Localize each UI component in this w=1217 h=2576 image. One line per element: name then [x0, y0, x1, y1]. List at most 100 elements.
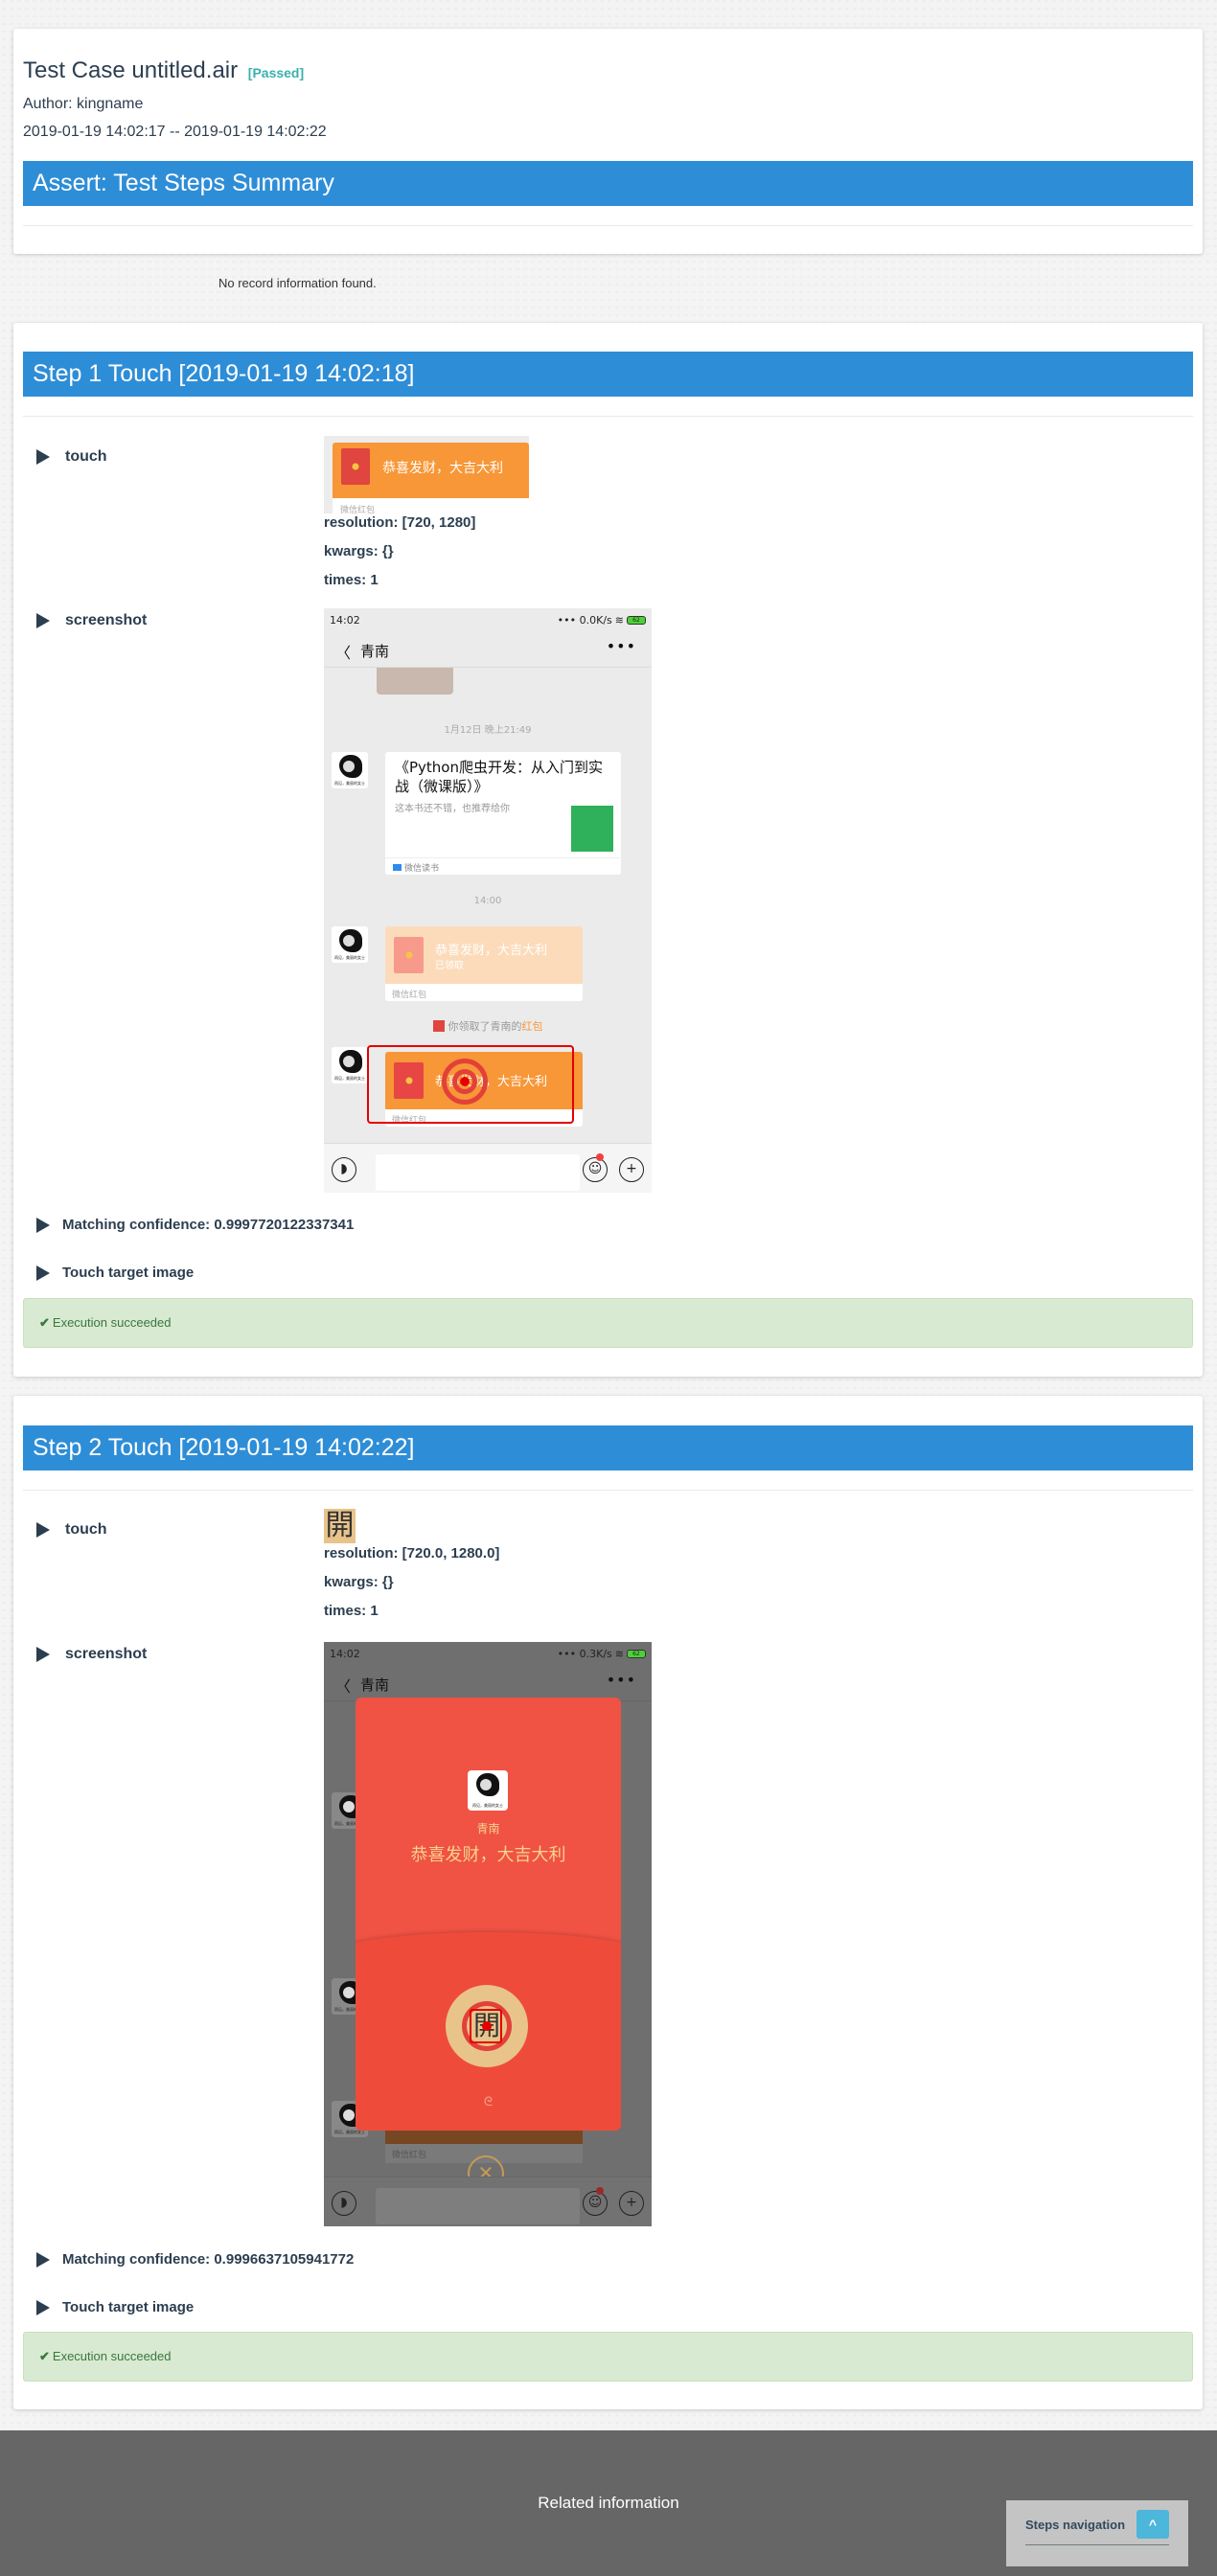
open-button[interactable]: 開 — [446, 1985, 528, 2067]
network-speed: ••• 0.3K/s — [557, 1648, 612, 1660]
plus-icon: + — [619, 1157, 644, 1182]
step-2-screenshot: 14:02 ••• 0.3K/s ≋ 62 〈 青南 ••• 再见，美丽的女士 … — [324, 1642, 652, 2226]
checkmark-icon: ✔ — [39, 1315, 50, 1330]
back-icon: 〈 — [335, 644, 352, 662]
book-cover-thumbnail — [571, 806, 613, 852]
expand-triangle-icon — [36, 613, 50, 628]
step-1-screenshot: 14:02 ••• 0.0K/s ≋ 62 〈 青南 ••• 1月12日 晚上2… — [324, 608, 652, 1193]
avatar: 再见，美丽的女士 — [332, 926, 368, 963]
red-packet-bubble: 恭喜发财，大吉大利 — [333, 443, 529, 498]
network-speed: ••• 0.0K/s — [557, 614, 612, 627]
touch-toggle[interactable]: touch — [36, 1521, 107, 1539]
result-text: Execution succeeded — [52, 1315, 172, 1330]
times: times: 1 — [324, 572, 379, 588]
expand-triangle-icon — [36, 1217, 50, 1233]
touch-target-label: Touch target image — [62, 1265, 195, 1281]
chat-nav-bar: 〈 青南 ••• — [324, 1667, 652, 1701]
clock: 14:02 — [330, 614, 360, 627]
success-alert: ✔ Execution succeeded — [23, 2332, 1193, 2382]
clock: 14:02 — [330, 1648, 360, 1660]
claim-notice: 你领取了青南的红包 — [324, 1018, 652, 1034]
avatar: 再见，美丽的女士 — [332, 752, 368, 788]
screenshot-label: screenshot — [65, 1646, 148, 1662]
step-header: Step 2 Touch [2019-01-19 14:02:22] — [23, 1425, 1193, 1470]
screenshot-toggle[interactable]: screenshot — [36, 1646, 147, 1663]
chat-timestamp: 14:00 — [473, 896, 502, 906]
more-icon: ••• — [606, 637, 636, 655]
contact-name: 青南 — [360, 1676, 390, 1694]
checkmark-icon: ✔ — [39, 2349, 50, 2363]
no-record-message: No record information found. — [218, 276, 377, 290]
time-range: 2019-01-19 14:02:17 -- 2019-01-19 14:02:… — [23, 124, 327, 140]
assert-header: Assert: Test Steps Summary — [23, 161, 1193, 206]
card-title: 《Python爬虫开发：从入门到实战（微课版）》 — [395, 759, 603, 795]
emoji-icon: ☺ — [583, 2191, 608, 2216]
card-source: 微信读书 — [385, 857, 621, 875]
result-text: Execution succeeded — [52, 2349, 172, 2363]
touch-label: touch — [65, 1521, 107, 1538]
test-case-title: Test Case untitled.air [Passed] — [23, 57, 304, 84]
test-case-name: Test Case untitled.air — [23, 57, 239, 83]
steps-navigation-label: Steps navigation — [1025, 2518, 1126, 2532]
expand-triangle-icon — [36, 449, 50, 465]
divider — [1025, 2544, 1169, 2545]
kwargs: kwargs: {} — [324, 1574, 394, 1590]
matching-confidence: Matching confidence: 0.9997720122337341 — [62, 1217, 355, 1233]
red-envelope-icon — [341, 448, 370, 485]
emoji-icon: ☺ — [583, 1157, 608, 1182]
resolution: resolution: [720.0, 1280.0] — [324, 1545, 500, 1562]
confidence-toggle[interactable]: Matching confidence: 0.9996637105941772 — [36, 2251, 354, 2268]
touch-label: touch — [65, 448, 107, 465]
touch-target-toggle[interactable]: Touch target image — [36, 1265, 194, 1281]
back-icon: 〈 — [335, 1677, 352, 1696]
battery-icon: 62 — [627, 616, 646, 625]
status-bar: 14:02 ••• 0.0K/s ≋ 62 — [324, 608, 652, 633]
success-alert: ✔ Execution succeeded — [23, 1298, 1193, 1348]
cloud-swirl-icon: ᘓ — [483, 2095, 494, 2109]
steps-navigation: Steps navigation ^ — [1006, 2500, 1188, 2566]
confidence-toggle[interactable]: Matching confidence: 0.9997720122337341 — [36, 1217, 354, 1233]
chat-input-bar: ◗ ☺ + — [324, 2177, 652, 2226]
packet-message: 恭喜发财，大吉大利 — [382, 460, 503, 475]
times: times: 1 — [324, 1603, 379, 1619]
expand-triangle-icon — [36, 2251, 50, 2268]
sender-name: 青南 — [476, 1822, 500, 1835]
expand-triangle-icon — [36, 1647, 50, 1662]
voice-icon: ◗ — [332, 2191, 356, 2216]
expand-triangle-icon — [36, 1522, 50, 1538]
avatar: 再见，美丽的女士 — [332, 1047, 368, 1083]
chat-nav-bar: 〈 青南 ••• — [324, 633, 652, 668]
status-badge: [Passed] — [247, 65, 305, 80]
book-share-card: 《Python爬虫开发：从入门到实战（微课版）》 这本书还不错，也推荐给你 微信… — [385, 752, 621, 875]
more-icon: ••• — [606, 1671, 636, 1689]
author: Author: kingname — [23, 96, 144, 112]
touch-toggle[interactable]: touch — [36, 448, 107, 466]
chat-timestamp: 1月12日 晚上21:49 — [444, 725, 532, 736]
message-input — [376, 2188, 580, 2224]
footer: Related information Steps navigation ^ — [0, 2430, 1217, 2576]
summary-panel: Test Case untitled.air [Passed] Author: … — [13, 29, 1203, 254]
voice-icon: ◗ — [332, 1157, 356, 1182]
expand-triangle-icon — [36, 2299, 50, 2315]
notification-dot — [596, 2187, 604, 2195]
red-envelope-icon — [394, 937, 424, 973]
wifi-icon: ≋ — [614, 614, 624, 627]
contact-name: 青南 — [360, 643, 390, 660]
target-image-open-glyph: 開 — [324, 1509, 356, 1543]
step-2-panel: Step 2 Touch [2019-01-19 14:02:22] touch… — [13, 1396, 1203, 2409]
touch-point-dot — [482, 2021, 492, 2031]
notification-dot — [596, 1153, 604, 1161]
chevron-up-icon[interactable]: ^ — [1137, 2510, 1169, 2539]
status-icons: ••• 0.3K/s ≋ 62 — [558, 1648, 646, 1660]
screenshot-label: screenshot — [65, 612, 148, 628]
screenshot-toggle[interactable]: screenshot — [36, 612, 147, 629]
divider — [23, 416, 1193, 417]
touch-target-toggle[interactable]: Touch target image — [36, 2299, 194, 2315]
popup-message: 恭喜发财，大吉大利 — [410, 1845, 566, 1865]
chat-input-bar: ◗ ☺ + — [324, 1143, 652, 1193]
divider — [23, 225, 1193, 226]
claimed-red-packet: 恭喜发财，大吉大利 已领取 微信红包 — [385, 926, 583, 1001]
wifi-icon: ≋ — [614, 1648, 624, 1660]
packet-footer: 微信红包 — [333, 498, 529, 513]
red-packet-popup: 再见，美丽的女士 青南 恭喜发财，大吉大利 開 ᘓ — [356, 1698, 621, 2131]
